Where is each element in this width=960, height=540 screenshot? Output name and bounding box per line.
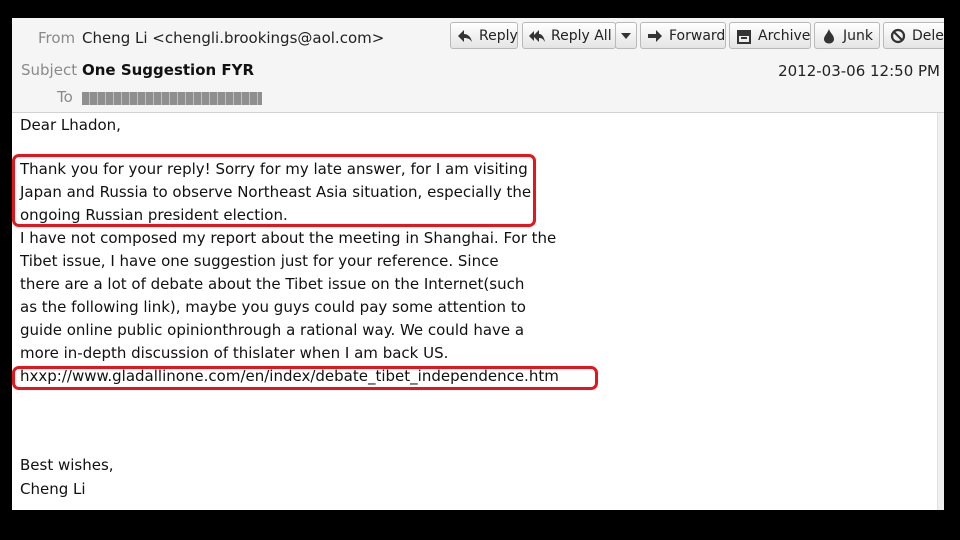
forward-button[interactable]: Forward: [640, 22, 726, 49]
subject-value: One Suggestion FYR: [82, 61, 255, 79]
reply-button[interactable]: Reply: [450, 22, 518, 49]
delete-button[interactable]: Delete: [883, 22, 944, 49]
highlight-box-link: [12, 366, 598, 390]
subject-label: Subject: [21, 61, 78, 79]
junk-flame-icon: [824, 28, 834, 43]
reply-all-arrow-icon: [529, 29, 545, 42]
archive-box-icon: [737, 29, 751, 44]
message-date: 2012-03-06 12:50 PM: [778, 62, 940, 80]
forward-label: Forward: [669, 27, 726, 44]
greeting: Dear Lhadon,: [20, 116, 121, 134]
redacted-recipient: [82, 92, 262, 105]
body-line: there are a lot of debate about the Tibe…: [20, 275, 525, 293]
body-line: guide online public opinionthrough a rat…: [20, 321, 525, 339]
delete-label: Delete: [912, 27, 944, 44]
reply-all-dropdown[interactable]: [615, 22, 637, 49]
to-label: To: [57, 88, 73, 106]
from-address[interactable]: Cheng Li <chengli.brookings@aol.com>: [82, 29, 384, 47]
archive-label: Archive: [758, 27, 811, 44]
delete-circle-icon: [890, 28, 906, 43]
forward-arrow-icon: [648, 29, 662, 42]
highlight-box-paragraph: [12, 154, 536, 227]
reply-arrow-icon: [458, 29, 472, 42]
body-line: I have not composed my report about the …: [20, 229, 557, 247]
archive-button[interactable]: Archive: [729, 22, 811, 49]
junk-label: Junk: [843, 27, 873, 44]
reply-all-label: Reply All: [551, 27, 612, 44]
scrollbar[interactable]: [937, 113, 944, 510]
signature: Cheng Li: [20, 480, 86, 498]
reply-all-button[interactable]: Reply All: [522, 22, 616, 49]
body-line: more in-depth discussion of thislater wh…: [20, 344, 449, 362]
body-line: Tibet issue, I have one suggestion just …: [20, 252, 499, 270]
junk-button[interactable]: Junk: [814, 22, 880, 49]
from-label: From: [38, 29, 76, 47]
reply-label: Reply: [479, 27, 518, 44]
message-header: From Cheng Li <chengli.brookings@aol.com…: [12, 18, 944, 113]
dropdown-caret-icon: [621, 32, 631, 39]
email-window: From Cheng Li <chengli.brookings@aol.com…: [12, 18, 944, 510]
body-line: as the following link), maybe you guys c…: [20, 298, 526, 316]
closing: Best wishes,: [20, 456, 114, 474]
